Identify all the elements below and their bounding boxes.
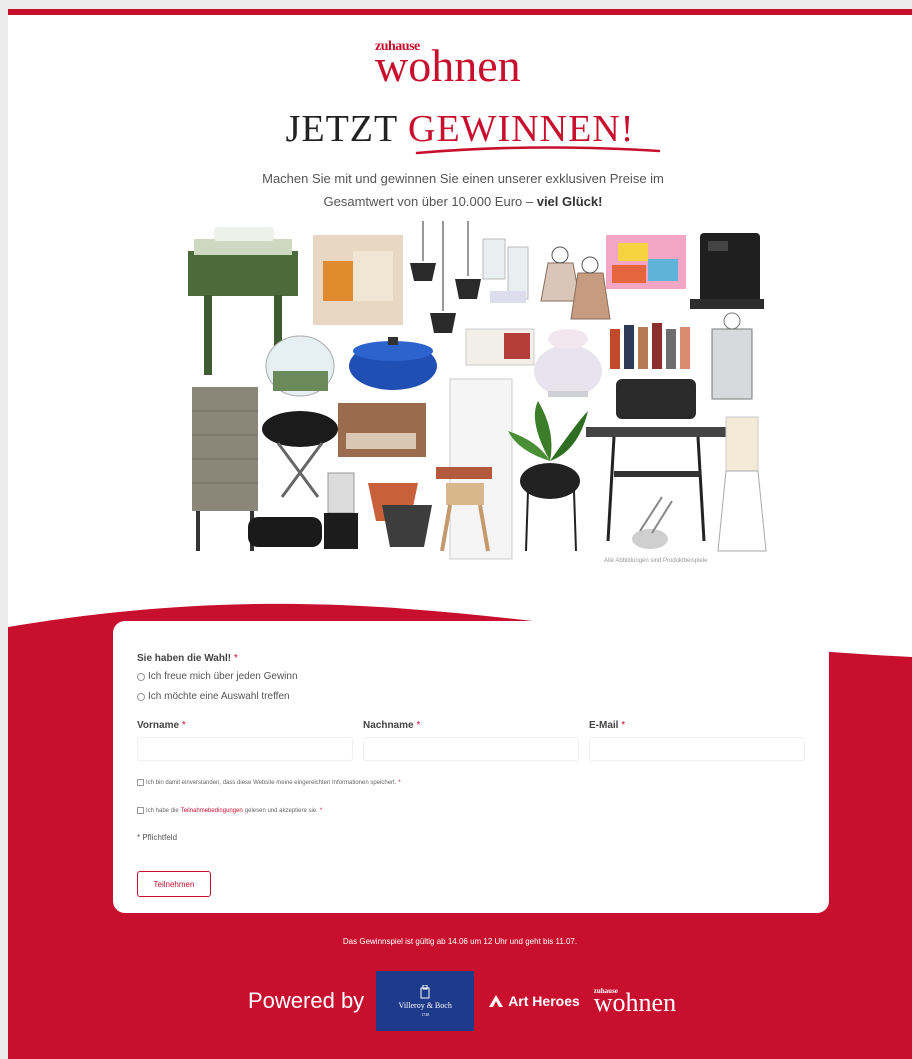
footer-logo-big: wohnen <box>593 988 677 1017</box>
pendant-lamps-icon <box>410 221 481 333</box>
consent-terms-checkbox[interactable] <box>137 807 144 814</box>
collage-caption: Alle Abbildungen sind Produktbeispiele <box>604 558 708 564</box>
coffee-machine-icon <box>690 233 764 309</box>
consent-storage-checkbox[interactable] <box>137 779 144 786</box>
villeroy-boch-logo[interactable]: Villeroy & Boch 1748 <box>376 971 475 1031</box>
required-asterisk: * <box>233 653 238 664</box>
plant-icon <box>508 401 588 552</box>
speaker-icon <box>248 517 322 547</box>
required-asterisk: * <box>621 720 626 731</box>
powered-by-label: Powered by <box>248 988 365 1013</box>
powered-by-row: Powered by Villeroy & Boch 1748 Art Hero… <box>248 971 692 1031</box>
logo-big-text: wohnen <box>375 40 521 91</box>
fondue-set-icon <box>632 496 673 549</box>
required-asterisk: * <box>416 720 421 731</box>
art-heroes-label: Art Heroes <box>508 993 580 1009</box>
required-asterisk: * <box>181 720 186 731</box>
lanterns-icon <box>540 246 611 320</box>
dutch-oven-icon <box>349 337 437 390</box>
terms-link[interactable]: Teilnahmebedingungen <box>181 808 243 814</box>
option-choose-prize[interactable]: Ich möchte eine Auswahl treffen <box>137 691 290 702</box>
required-asterisk: * <box>398 779 401 786</box>
footer-zuhause-wohnen-logo[interactable]: zuhause wohnen <box>594 981 692 1021</box>
prize-collage <box>178 221 768 571</box>
prize-collage-illustration <box>188 221 767 560</box>
firstname-label: Vorname * <box>137 720 186 731</box>
radio-button[interactable] <box>137 692 145 701</box>
art-heroes-icon <box>489 995 504 1007</box>
steel-lantern-icon <box>711 312 753 400</box>
intro-line2: Gesamtwert von über 10.000 Euro – <box>323 194 537 209</box>
aquarium-icon <box>265 335 335 397</box>
castle-icon <box>420 985 430 999</box>
choice-label: Sie haben die Wahl! * <box>137 653 238 664</box>
option-label: Ich möchte eine Auswahl treffen <box>148 691 290 702</box>
art-print-icon <box>606 235 686 289</box>
email-field[interactable] <box>589 737 805 761</box>
lastname-field[interactable] <box>363 737 579 761</box>
consent-storage-text: Ich bin damit einverstanden, dass diese … <box>146 779 397 786</box>
intro-bold: viel Glück! <box>536 194 603 209</box>
choice-label-text: Sie haben die Wahl! <box>137 653 232 664</box>
planters-icon <box>368 483 432 547</box>
headline-accent: GEWINNEN! <box>408 108 635 150</box>
consent-storage-row[interactable]: Ich bin damit einverstanden, dass diese … <box>137 779 401 786</box>
consent-terms-suffix: gelesen und akzeptiere sie. <box>244 807 318 814</box>
headline-underline-swoosh <box>415 146 661 155</box>
art-heroes-logo[interactable]: Art Heroes <box>488 993 580 1009</box>
option-any-prize[interactable]: Ich freue mich über jeden Gewinn <box>137 671 298 682</box>
page: zuhause wohnen JETZT GEWINNEN! Machen Si… <box>8 9 912 1059</box>
cake-stand-icon <box>534 329 602 397</box>
consent-terms-row[interactable]: Ich habe die Teilnahmebedingungen gelese… <box>137 807 322 814</box>
email-label: E-Mail * <box>589 720 625 731</box>
intro-line1: Machen Sie mit und gewinnen Sie einen un… <box>262 171 664 186</box>
fire-bowl-icon <box>262 411 338 498</box>
top-accent-bar <box>8 9 912 15</box>
vb-name: Villeroy & Boch <box>398 1001 452 1010</box>
lounge-photo-icon <box>338 403 426 457</box>
firstname-label-text: Vorname <box>137 720 180 731</box>
vb-year: 1748 <box>421 1012 430 1017</box>
firstname-field[interactable] <box>137 737 353 761</box>
lastname-label: Nachname * <box>363 720 420 731</box>
email-label-text: E-Mail <box>589 720 619 731</box>
floor-lamp-icon <box>717 416 767 552</box>
option-label: Ich freue mich über jeden Gewinn <box>148 671 298 682</box>
required-note: * Pflichtfeld <box>137 833 178 842</box>
intro-text: Machen Sie mit und gewinnen Sie einen un… <box>228 167 698 213</box>
product-boxes-icon <box>482 238 529 303</box>
cookbook-icon <box>465 328 535 366</box>
pepper-mills-icon <box>610 323 690 369</box>
consent-terms-prefix: Ich habe die <box>146 807 179 814</box>
validity-text: Das Gewinnspiel ist gültig ab 14.06 um 1… <box>342 937 578 946</box>
radio-button[interactable] <box>137 672 145 681</box>
entry-form-card: Sie haben die Wahl! * Ich freue mich übe… <box>113 621 829 913</box>
required-asterisk: * <box>319 807 323 814</box>
submit-button[interactable]: Teilnehmen <box>137 871 211 897</box>
cushions-photo-icon <box>313 235 403 325</box>
grill-icon <box>586 379 726 542</box>
headline-part1: JETZT <box>285 108 409 150</box>
lastname-label-text: Nachname <box>363 720 414 731</box>
blender-icon <box>324 472 358 549</box>
